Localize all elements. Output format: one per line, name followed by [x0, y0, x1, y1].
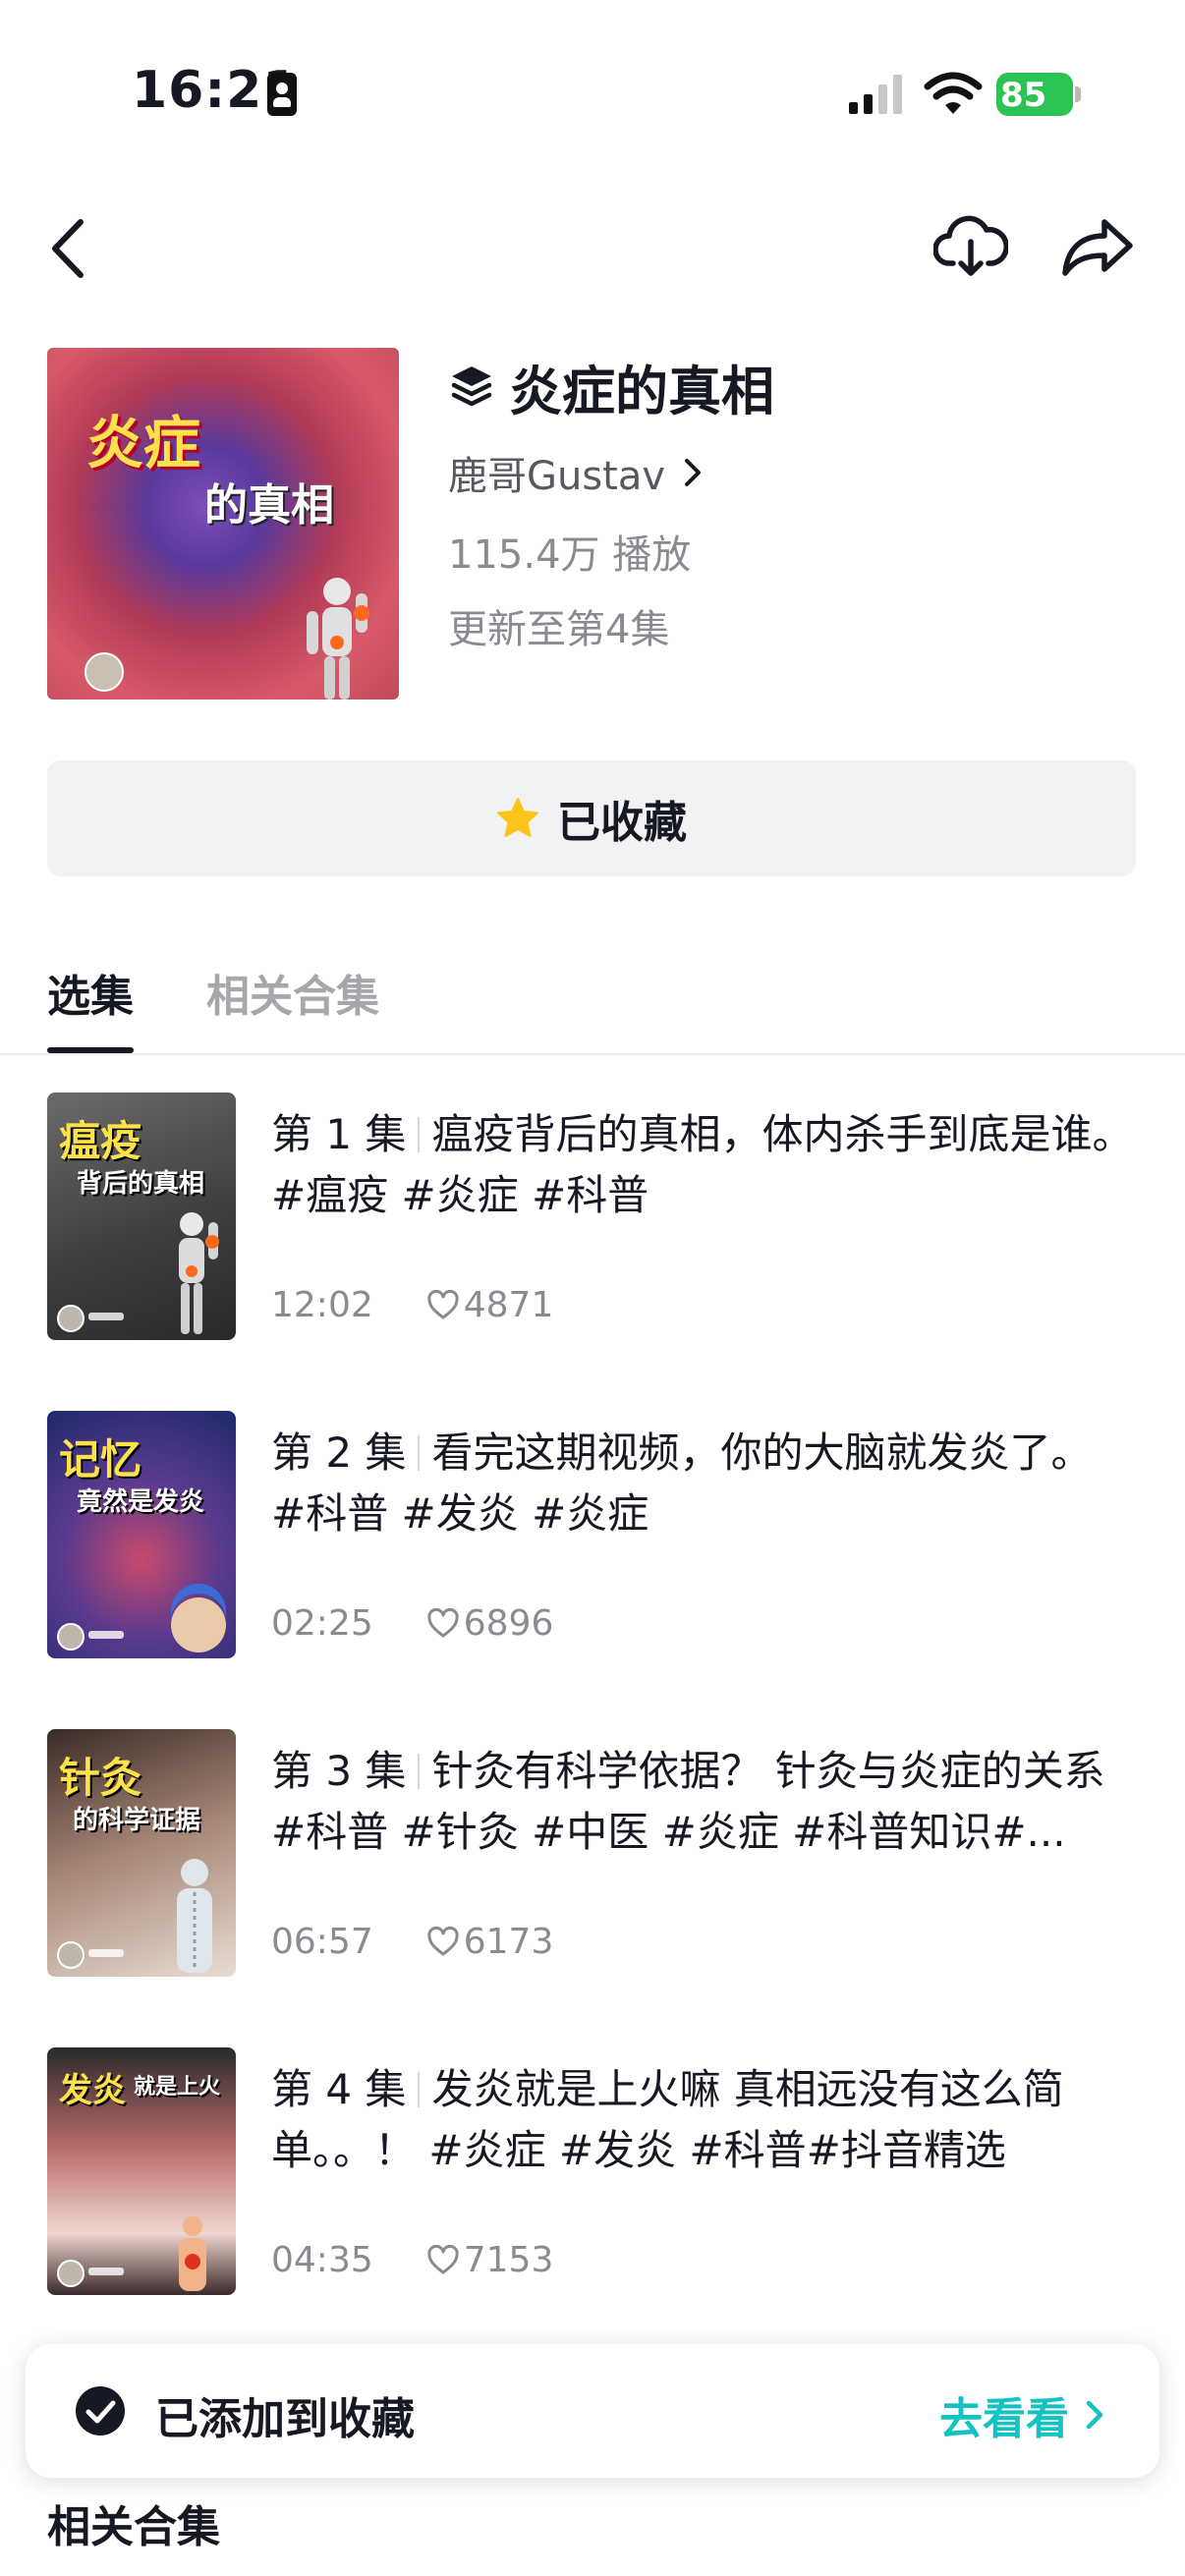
update-status: 更新至第4集	[448, 607, 670, 652]
episode-duration: 12:02	[271, 1285, 373, 1325]
chevron-right-icon	[685, 459, 702, 486]
star-icon	[497, 798, 538, 837]
author-link[interactable]: 鹿哥Gustav	[448, 444, 706, 501]
cloud-download-icon[interactable]	[933, 214, 1008, 279]
divider	[418, 1754, 421, 1789]
episode-item[interactable]: 记忆 竟然是发炎 第 2 集看完这期视频，你的大脑就发炎了。 #科普 #发炎 #…	[0, 1411, 1185, 1662]
related-collections-heading: 相关合集	[47, 2502, 220, 2552]
thumbnail-title: 针灸	[59, 1754, 142, 1802]
cover-title: 炎症	[86, 410, 201, 476]
episode-likes: 7153	[463, 2240, 554, 2280]
human-figure-icon	[307, 578, 369, 700]
album-cover: 炎症 的真相	[47, 348, 399, 700]
tab-related-collections[interactable]: 相关合集	[206, 961, 379, 1024]
episode-duration: 06:57	[271, 1922, 373, 1962]
episode-likes: 6896	[463, 1603, 554, 1644]
episode-meta: 12:02 4871	[271, 1285, 553, 1325]
chevron-right-icon	[1086, 2400, 1103, 2430]
status-bar: 16:21 85	[0, 0, 1185, 187]
brand-watermark	[88, 1949, 124, 1957]
go-view-link[interactable]: 去看看	[939, 2383, 1108, 2446]
cover-subtitle: 的真相	[204, 480, 334, 531]
episode-meta: 02:25 6896	[271, 1603, 553, 1644]
added-to-favorites-toast: 已添加到收藏 去看看	[26, 2344, 1159, 2478]
brand-watermark	[88, 1631, 124, 1639]
human-figure-icon	[179, 1212, 219, 1334]
divider	[418, 1117, 421, 1152]
episode-number: 第 4 集	[271, 2065, 407, 2113]
cellular-signal-icon	[849, 75, 902, 114]
battery-cap	[1075, 86, 1081, 102]
battery-level: 85	[1000, 76, 1047, 115]
play-count: 115.4万 播放	[448, 532, 692, 578]
thumbnail-title: 瘟疫	[59, 1117, 142, 1165]
episode-duration: 02:25	[271, 1603, 373, 1644]
episode-thumbnail: 发炎 就是上火	[47, 2047, 236, 2295]
author-avatar	[57, 1623, 85, 1651]
divider	[418, 1435, 421, 1471]
go-view-label: 去看看	[939, 2394, 1069, 2444]
episode-item[interactable]: 发炎 就是上火 第 4 集发炎就是上火嘛 真相远没有这么简单。。！ #炎症 #发…	[0, 2047, 1185, 2299]
author-avatar	[57, 2260, 85, 2287]
wifi-icon	[924, 72, 983, 114]
thumbnail-subtitle: 竟然是发炎	[77, 1487, 205, 1517]
episode-number: 第 1 集	[271, 1110, 407, 1158]
human-figure-icon	[179, 2216, 206, 2291]
tab-bar: 选集 相关合集	[0, 951, 1185, 1055]
author-avatar	[57, 1305, 85, 1332]
tab-active-indicator	[47, 1047, 134, 1053]
thumbnail-subtitle: 背后的真相	[77, 1169, 205, 1199]
thumbnail-subtitle: 就是上火	[134, 2075, 221, 2100]
thumbnail-subtitle: 的科学证据	[73, 1806, 201, 1835]
heart-icon	[427, 1926, 459, 1955]
author-name: 鹿哥Gustav	[448, 454, 666, 499]
episode-meta: 04:35 7153	[271, 2240, 553, 2280]
episode-thumbnail: 瘟疫 背后的真相	[47, 1092, 236, 1340]
brand-watermark	[88, 2268, 124, 2275]
head-figure-icon	[171, 1584, 226, 1652]
episode-likes: 4871	[463, 1285, 554, 1325]
author-avatar	[57, 1941, 85, 1969]
layers-icon	[451, 366, 492, 407]
divider	[418, 2072, 421, 2107]
human-figure-icon	[177, 1859, 212, 1973]
episode-item[interactable]: 针灸 的科学证据 第 3 集针灸有科学依据？ 针灸与炎症的关系 #科普 #针灸 …	[0, 1729, 1185, 1981]
toast-message: 已添加到收藏	[155, 2394, 415, 2444]
thumbnail-title: 发炎	[59, 2071, 126, 2110]
favorited-button[interactable]: 已收藏	[47, 760, 1136, 876]
episode-item[interactable]: 瘟疫 背后的真相 第 1 集瘟疫背后的真相，体内杀手到底是谁。 #瘟疫 #炎症 …	[0, 1092, 1185, 1344]
heart-icon	[427, 1289, 459, 1318]
album-title-row: 炎症的真相	[448, 352, 774, 422]
episode-thumbnail: 针灸 的科学证据	[47, 1729, 236, 1977]
episode-likes: 6173	[463, 1922, 554, 1962]
heart-icon	[427, 2244, 459, 2273]
brand-watermark	[88, 1313, 124, 1320]
album-title: 炎症的真相	[509, 360, 774, 422]
chevron-left-icon[interactable]	[45, 216, 94, 281]
episode-number: 第 3 集	[271, 1747, 407, 1795]
episode-title: 第 4 集发炎就是上火嘛 真相远没有这么简单。。！ #炎症 #发炎 #科普#抖音…	[271, 2059, 1136, 2181]
favorited-label: 已收藏	[557, 798, 687, 848]
episode-title: 第 2 集看完这期视频，你的大脑就发炎了。 #科普 #发炎 #炎症	[271, 1423, 1136, 1544]
episode-meta: 06:57 6173	[271, 1922, 553, 1962]
id-card-icon	[267, 73, 297, 116]
episode-number: 第 2 集	[271, 1428, 407, 1477]
tab-episodes[interactable]: 选集	[47, 961, 134, 1024]
heart-icon	[427, 1607, 459, 1637]
check-circle-icon	[76, 2386, 125, 2436]
episode-duration: 04:35	[271, 2240, 373, 2280]
author-avatar	[85, 652, 124, 692]
episode-thumbnail: 记忆 竟然是发炎	[47, 1411, 236, 1658]
thumbnail-title: 记忆	[59, 1435, 142, 1484]
battery-indicator: 85	[996, 73, 1081, 116]
episode-title: 第 1 集瘟疫背后的真相，体内杀手到底是谁。 #瘟疫 #炎症 #科普	[271, 1104, 1136, 1226]
share-arrow-icon[interactable]	[1061, 216, 1136, 277]
episode-title: 第 3 集针灸有科学依据？ 针灸与炎症的关系 #科普 #针灸 #中医 #炎症 #…	[271, 1741, 1136, 1863]
